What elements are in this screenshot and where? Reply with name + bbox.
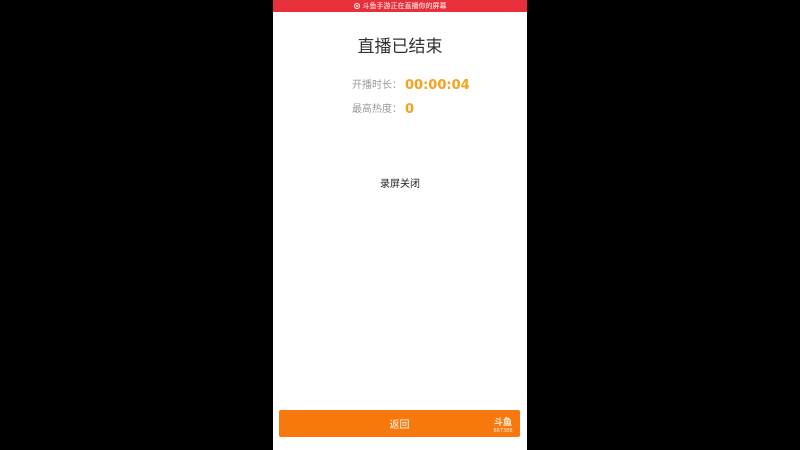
phone-screen: 斗鱼手游正在直播你的屏幕 直播已结束 开播时长： 00:00:04 最高热度： … (273, 0, 527, 450)
stream-duration-label: 开播时长： (352, 80, 402, 91)
stream-duration-value: 00:00:04 (405, 78, 470, 93)
peak-popularity-value: 0 (405, 102, 415, 117)
page-title: 直播已结束 (357, 37, 443, 57)
peak-popularity-row: 最高热度： 0 (352, 102, 414, 118)
watermark-mark: 斗鱼 (493, 418, 512, 428)
recording-banner-text: 斗鱼手游正在直播你的屏幕 (362, 2, 447, 10)
screen-recording-banner[interactable]: 斗鱼手游正在直播你的屏幕 (273, 0, 527, 12)
back-button-label: 返回 (389, 420, 410, 431)
stream-duration-row: 开播时长： 00:00:04 (352, 78, 470, 94)
peak-popularity-label: 最高热度： (352, 104, 402, 115)
video-frame: 斗鱼手游正在直播你的屏幕 直播已结束 开播时长： 00:00:04 最高热度： … (0, 0, 800, 450)
screen-record-status: 录屏关闭 (380, 179, 420, 190)
douyu-watermark-logo: 斗鱼 667386 (492, 417, 514, 435)
back-button[interactable]: 返回 斗鱼 667386 (279, 410, 520, 437)
record-icon (353, 3, 360, 9)
watermark-id: 667386 (493, 428, 513, 434)
